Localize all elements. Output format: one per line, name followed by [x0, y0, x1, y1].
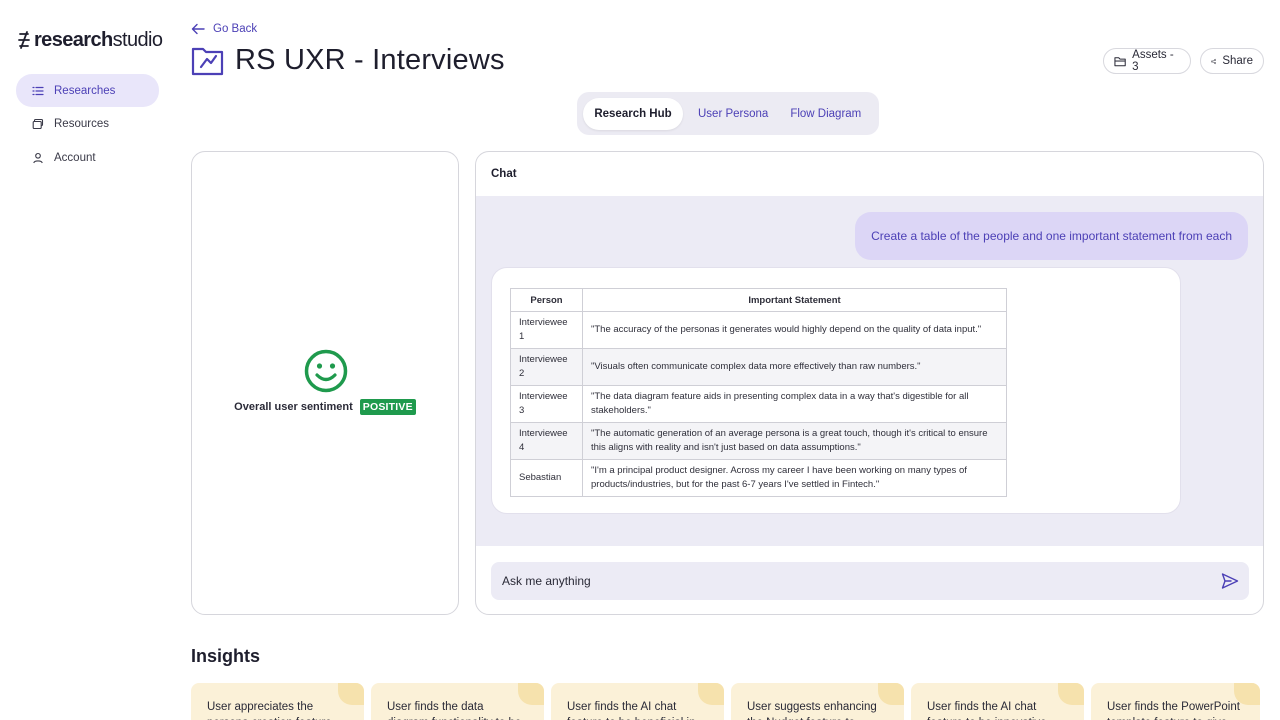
table-row: Sebastian "I'm a principal product desig… — [510, 459, 1007, 497]
sentiment-card: Overall user sentiment POSITIVE — [191, 151, 459, 615]
statement-cell: "I'm a principal product designer. Acros… — [582, 459, 1007, 497]
assets-button[interactable]: Assets - 3 — [1103, 48, 1191, 74]
insight-card[interactable]: User finds the data diagram functionalit… — [371, 683, 544, 720]
table-header-row: Person Important Statement — [510, 288, 1007, 312]
logo-text: researchstudio — [34, 28, 163, 51]
assets-label: Assets - 3 — [1132, 49, 1174, 73]
table-row: Interviewee 4 "The automatic generation … — [510, 422, 1007, 460]
sidebar-item-researches[interactable]: Researches — [16, 74, 159, 107]
sidebar-item-label: Resources — [54, 118, 109, 130]
stack-icon — [32, 118, 44, 130]
chat-input-placeholder: Ask me anything — [502, 574, 591, 588]
column-header-statement: Important Statement — [582, 288, 1007, 312]
insight-text: User finds the data diagram functionalit… — [387, 701, 521, 720]
statement-cell: "The data diagram feature aids in presen… — [582, 385, 1007, 423]
insight-text: User suggests enhancing the Nudget featu… — [747, 701, 877, 720]
insight-card[interactable]: User suggests enhancing the Nudget featu… — [731, 683, 904, 720]
sidebar-item-account[interactable]: Account — [16, 141, 159, 174]
smiley-icon — [304, 349, 348, 393]
tab-user-persona[interactable]: User Persona — [688, 98, 778, 130]
arrow-left-icon — [191, 23, 205, 35]
tab-flow-diagram[interactable]: Flow Diagram — [780, 98, 871, 130]
sidebar-item-label: Researches — [54, 84, 116, 97]
card-fold — [1058, 683, 1084, 705]
sidebar-nav: Researches Resources Account — [16, 74, 159, 175]
insight-text: User appreciates the persona creation fe… — [207, 701, 332, 720]
user-icon — [33, 152, 43, 163]
user-message: Create a table of the people and one imp… — [855, 212, 1248, 260]
chat-panel: Chat Create a table of the people and on… — [475, 151, 1264, 615]
page-header: RS UXR - Interviews — [191, 44, 505, 77]
person-cell: Interviewee 1 — [510, 311, 583, 349]
table-row: Interviewee 2 "Visuals often communicate… — [510, 348, 1007, 386]
sentiment-row: Overall user sentiment POSITIVE — [192, 399, 458, 415]
response-table: Person Important Statement Interviewee 1… — [510, 288, 1007, 497]
share-button[interactable]: Share — [1200, 48, 1264, 74]
sidebar-item-resources[interactable]: Resources — [16, 108, 159, 141]
folder-chart-icon — [191, 47, 224, 75]
person-cell: Interviewee 2 — [510, 348, 583, 386]
logo-mark-icon — [18, 31, 30, 49]
sentiment-label: Overall user sentiment — [234, 401, 353, 413]
insight-card[interactable]: User finds the AI chat feature to be ben… — [551, 683, 724, 720]
insight-card[interactable]: User finds the PowerPoint template featu… — [1091, 683, 1260, 720]
tab-research-hub[interactable]: Research Hub — [583, 97, 683, 130]
go-back-label: Go Back — [213, 23, 258, 35]
chat-input[interactable]: Ask me anything — [491, 562, 1249, 600]
share-label: Share — [1222, 55, 1253, 67]
chat-messages[interactable]: Create a table of the people and one imp… — [476, 196, 1263, 546]
statement-cell: "The automatic generation of an average … — [582, 422, 1007, 460]
insight-text: User finds the AI chat feature to be inn… — [927, 701, 1047, 720]
statement-cell: "The accuracy of the personas it generat… — [582, 311, 1007, 349]
send-icon[interactable] — [1221, 572, 1239, 590]
card-fold — [338, 683, 364, 705]
assistant-message: Person Important Statement Interviewee 1… — [491, 267, 1181, 514]
go-back-link[interactable]: Go Back — [191, 23, 257, 35]
statement-cell: "Visuals often communicate complex data … — [582, 348, 1007, 386]
list-icon — [32, 86, 44, 95]
card-fold — [698, 683, 724, 705]
insight-text: User finds the PowerPoint template featu… — [1107, 701, 1240, 720]
person-cell: Interviewee 3 — [510, 385, 583, 423]
card-fold — [518, 683, 544, 705]
folder-icon — [1114, 56, 1126, 66]
app-logo[interactable]: researchstudio — [16, 28, 163, 52]
view-tabs: Research Hub User Persona Flow Diagram — [577, 92, 879, 135]
person-cell: Interviewee 4 — [510, 422, 583, 460]
table-row: Interviewee 1 "The accuracy of the perso… — [510, 311, 1007, 349]
share-icon — [1211, 58, 1217, 64]
insights-heading: Insights — [191, 646, 261, 666]
chat-title: Chat — [491, 168, 517, 180]
sentiment-badge: POSITIVE — [359, 399, 416, 415]
insight-card[interactable]: User appreciates the persona creation fe… — [191, 683, 364, 720]
person-cell: Sebastian — [510, 459, 583, 497]
sidebar-item-label: Account — [54, 151, 96, 164]
card-fold — [878, 683, 904, 705]
insight-text: User finds the AI chat feature to be ben… — [567, 701, 696, 720]
page-title: RS UXR - Interviews — [235, 44, 505, 76]
table-row: Interviewee 3 "The data diagram feature … — [510, 385, 1007, 423]
insight-card[interactable]: User finds the AI chat feature to be inn… — [911, 683, 1084, 720]
column-header-person: Person — [510, 288, 583, 312]
